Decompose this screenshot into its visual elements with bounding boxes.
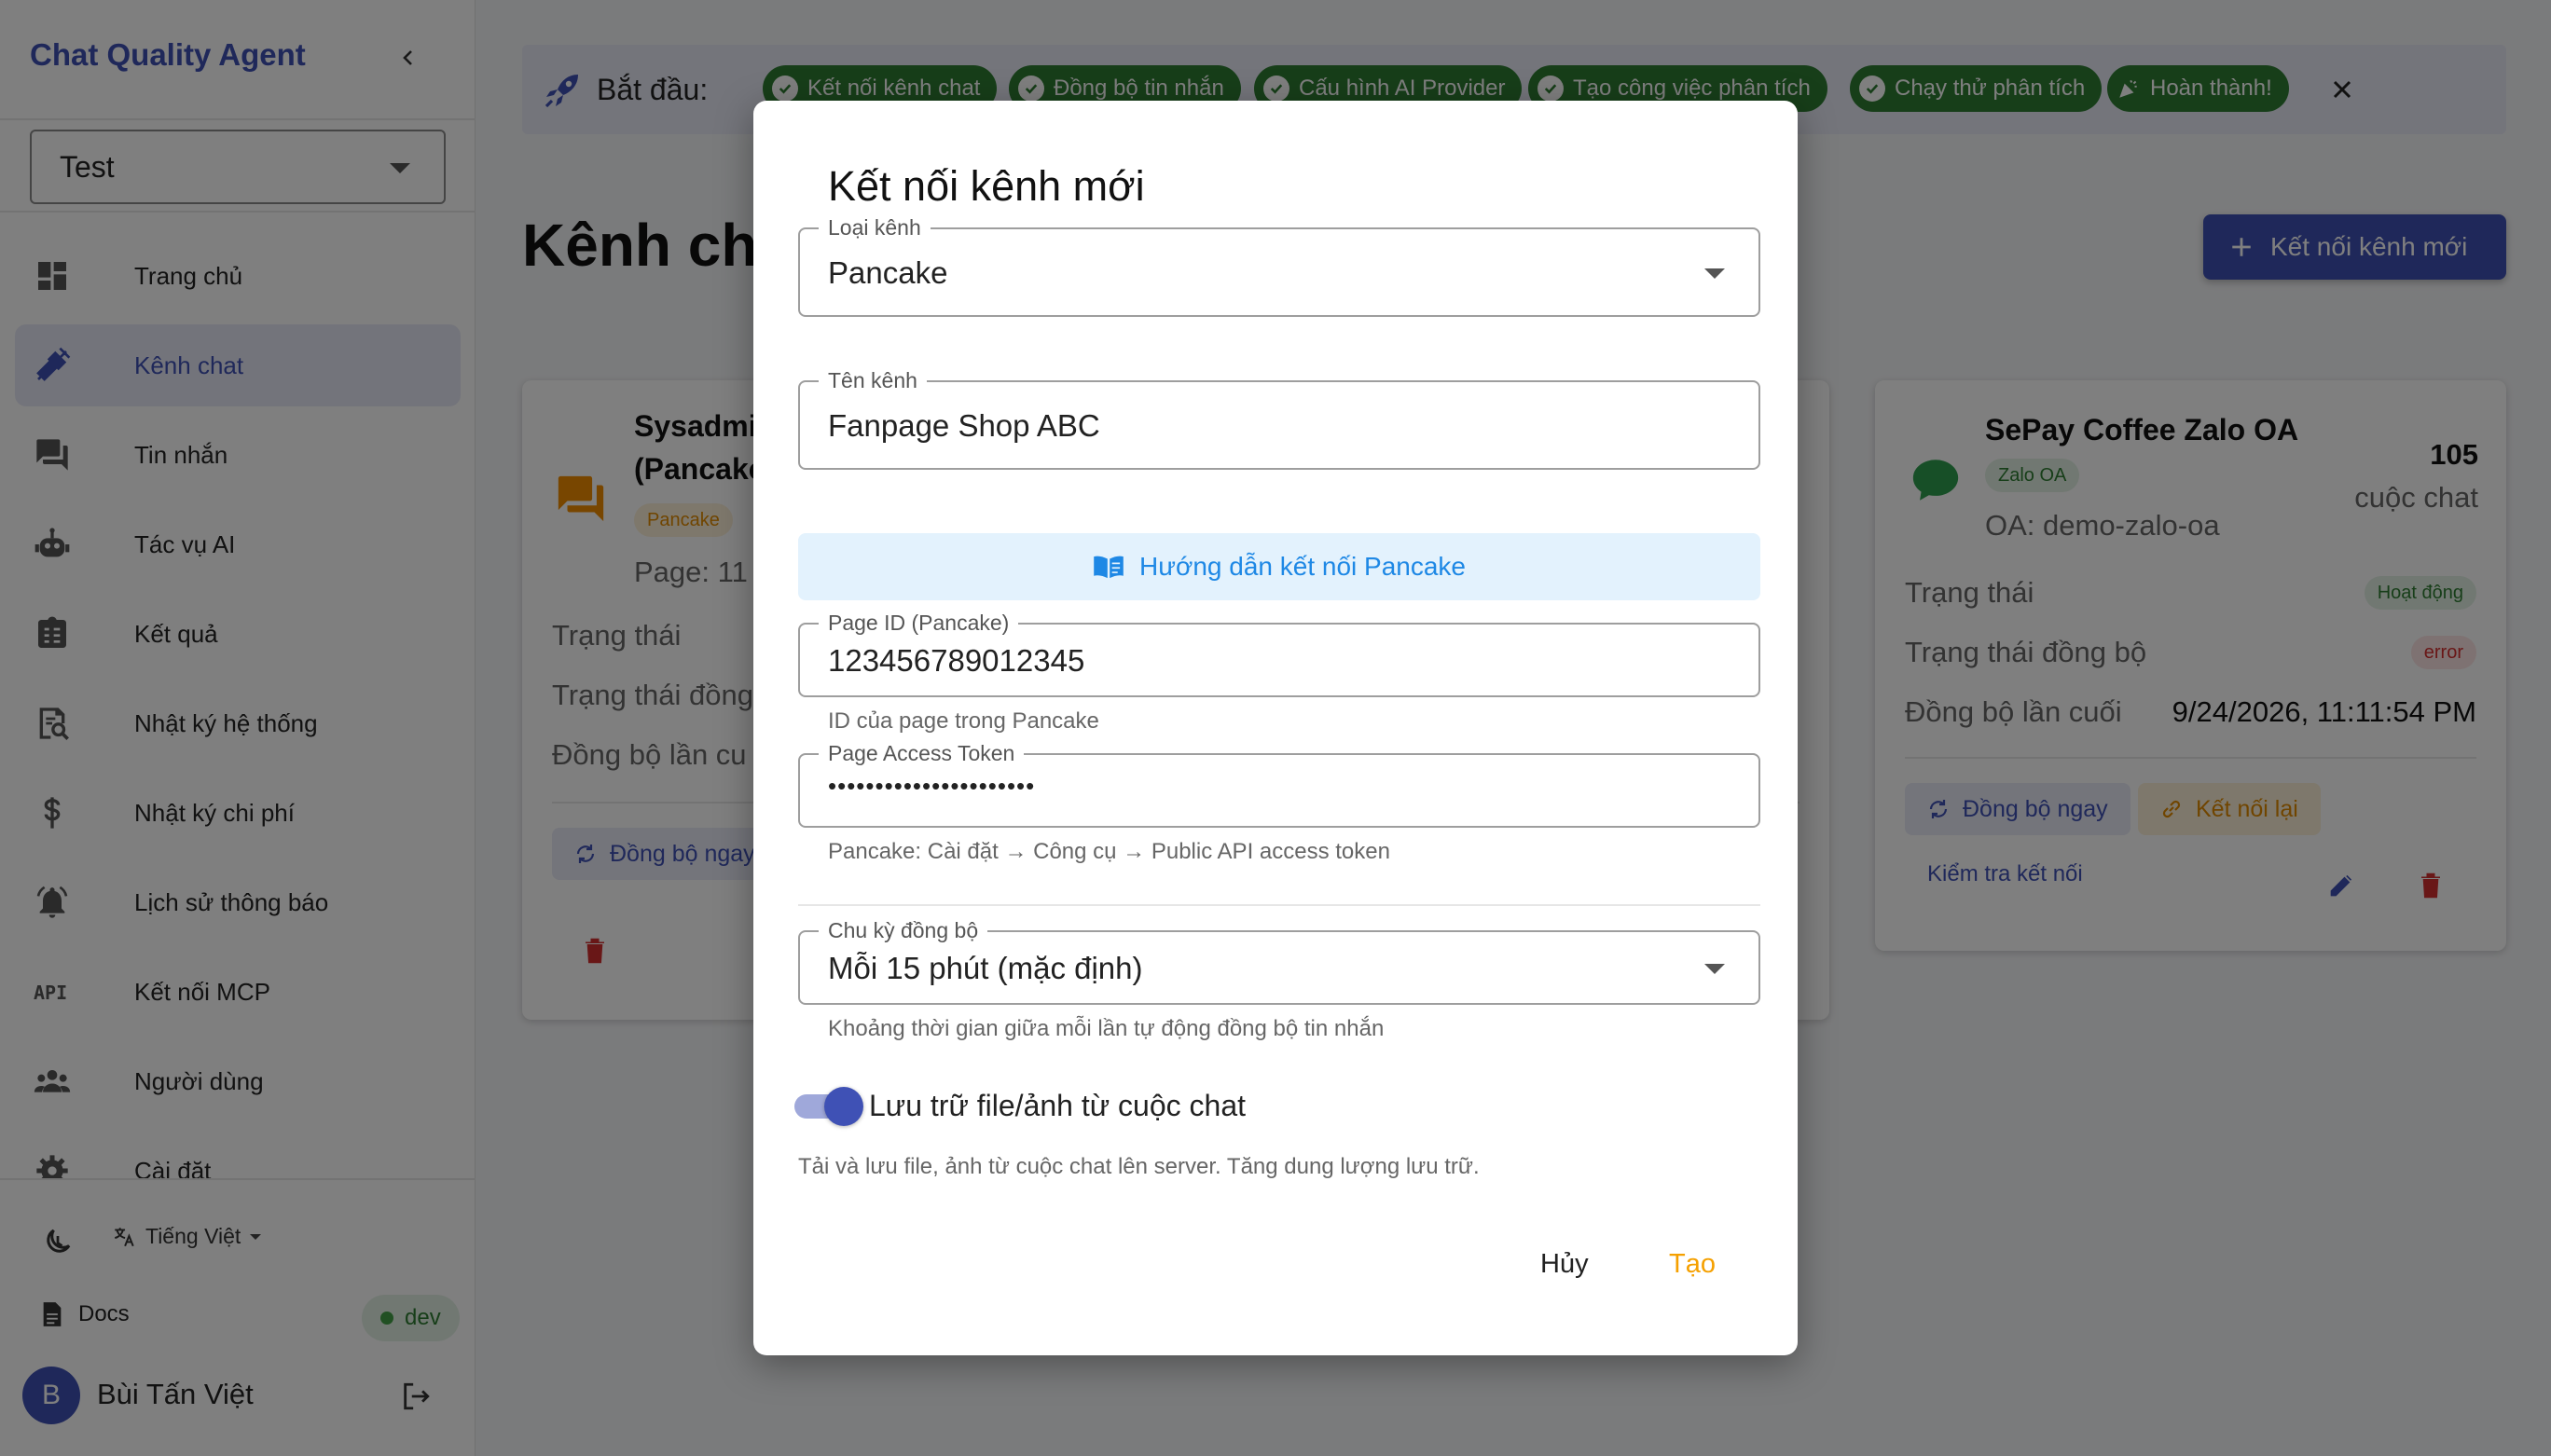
- dropdown-arrow-icon: [1704, 268, 1725, 279]
- access-token-field[interactable]: Page Access Token ••••••••••••••••••••••: [798, 741, 1760, 828]
- page-id-helper: ID của page trong Pancake: [828, 708, 1099, 734]
- channel-name-value: Fanpage Shop ABC: [828, 408, 1100, 443]
- channel-type-select[interactable]: Loại kênh Pancake: [798, 215, 1760, 317]
- create-button[interactable]: Tạo: [1648, 1240, 1736, 1289]
- dropdown-arrow-icon: [1704, 964, 1725, 974]
- channel-type-label: Loại kênh: [819, 215, 931, 240]
- access-token-helper: Pancake: Cài đặt → Công cụ → Public API …: [828, 839, 1390, 864]
- channel-type-value: Pancake: [828, 255, 948, 290]
- access-token-value: ••••••••••••••••••••••: [828, 772, 1036, 800]
- divider: [798, 904, 1760, 906]
- pancake-guide-label: Hướng dẫn kết nối Pancake: [1139, 552, 1466, 581]
- sync-interval-label: Chu kỳ đồng bộ: [819, 918, 988, 942]
- page-id-label: Page ID (Pancake): [819, 611, 1019, 635]
- sync-interval-select[interactable]: Chu kỳ đồng bộ Mỗi 15 phút (mặc định): [798, 918, 1760, 1005]
- channel-name-field[interactable]: Tên kênh Fanpage Shop ABC: [798, 368, 1760, 470]
- sync-interval-value: Mỗi 15 phút (mặc định): [828, 951, 1143, 985]
- cancel-button[interactable]: Hủy: [1520, 1240, 1609, 1289]
- page-id-value: 123456789012345: [828, 643, 1085, 678]
- toggle-thumb: [824, 1087, 863, 1126]
- dialog-title: Kết nối kênh mới: [828, 162, 1145, 210]
- access-token-label: Page Access Token: [819, 741, 1025, 765]
- store-files-toggle[interactable]: [791, 1087, 863, 1126]
- page-id-field[interactable]: Page ID (Pancake) 123456789012345: [798, 611, 1760, 697]
- store-files-help: Tải và lưu file, ảnh từ cuộc chat lên se…: [798, 1154, 1480, 1179]
- book-open-icon: [1094, 556, 1124, 579]
- sync-interval-helper: Khoảng thời gian giữa mỗi lần tự động đồ…: [828, 1016, 1385, 1041]
- pancake-guide-button[interactable]: Hướng dẫn kết nối Pancake: [798, 533, 1760, 600]
- store-files-label: Lưu trữ file/ảnh từ cuộc chat: [869, 1089, 1247, 1122]
- new-channel-dialog: Kết nối kênh mới Loại kênh Pancake Tên k…: [753, 101, 1798, 1355]
- channel-name-label: Tên kênh: [819, 368, 927, 392]
